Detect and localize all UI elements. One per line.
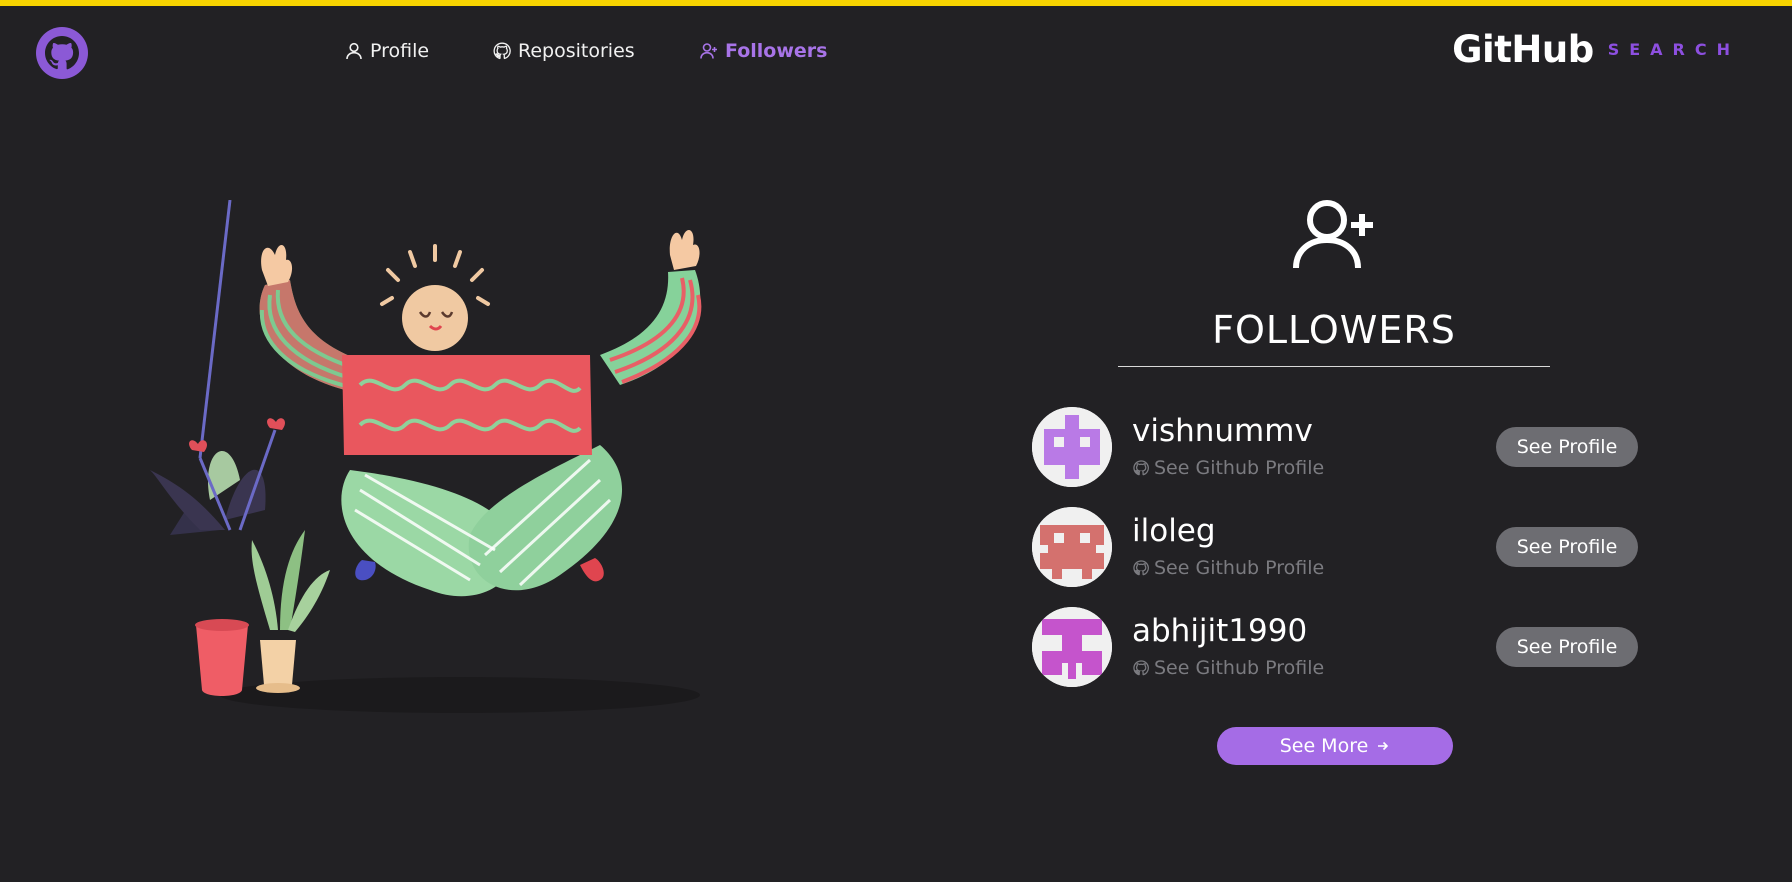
see-more-button[interactable]: See More [1217, 727, 1453, 765]
github-profile-label: See Github Profile [1154, 657, 1325, 679]
follower-item: abhijit1990 See Github Profile See Profi… [1032, 607, 1638, 689]
see-profile-button[interactable]: See Profile [1496, 627, 1638, 667]
avatar[interactable] [1032, 407, 1112, 487]
nav-profile[interactable]: Profile [344, 38, 429, 64]
user-plus-icon [1290, 196, 1376, 270]
brand-title: GitHub [1452, 28, 1594, 71]
github-icon [1133, 460, 1149, 476]
nav-followers[interactable]: Followers [699, 38, 827, 64]
follower-item: iloleg See Github Profile See Profile [1032, 507, 1638, 589]
github-profile-label: See Github Profile [1154, 457, 1325, 479]
follower-username: vishnummv [1132, 413, 1313, 449]
user-plus-icon [700, 43, 717, 59]
divider [1118, 366, 1550, 367]
github-icon [493, 42, 511, 60]
panel-title: FOLLOWERS [1212, 308, 1456, 352]
nav-repositories[interactable]: Repositories [492, 38, 635, 64]
github-icon [1133, 560, 1149, 576]
hero-illustration [130, 199, 770, 720]
see-profile-button[interactable]: See Profile [1496, 527, 1638, 567]
github-profile-label: See Github Profile [1154, 557, 1325, 579]
github-profile-link[interactable]: See Github Profile [1132, 557, 1324, 579]
follower-username: iloleg [1132, 513, 1216, 549]
user-icon [346, 42, 362, 60]
github-logo-icon[interactable] [36, 27, 88, 79]
github-profile-link[interactable]: See Github Profile [1132, 457, 1324, 479]
nav-repositories-label: Repositories [518, 40, 635, 62]
top-accent-bar [0, 0, 1792, 6]
github-icon [1133, 660, 1149, 676]
arrow-right-icon [1378, 741, 1389, 751]
avatar[interactable] [1032, 607, 1112, 687]
avatar[interactable] [1032, 507, 1112, 587]
brand: GitHub SEARCH [1452, 28, 1740, 71]
github-profile-link[interactable]: See Github Profile [1132, 657, 1324, 679]
see-more-label: See More [1279, 735, 1369, 757]
brand-subtitle: SEARCH [1607, 40, 1740, 59]
nav-profile-label: Profile [370, 40, 430, 62]
nav-followers-label: Followers [725, 40, 828, 62]
see-profile-button[interactable]: See Profile [1496, 427, 1638, 467]
follower-username: abhijit1990 [1132, 613, 1308, 649]
follower-item: vishnummv See Github Profile See Profile [1032, 407, 1638, 489]
